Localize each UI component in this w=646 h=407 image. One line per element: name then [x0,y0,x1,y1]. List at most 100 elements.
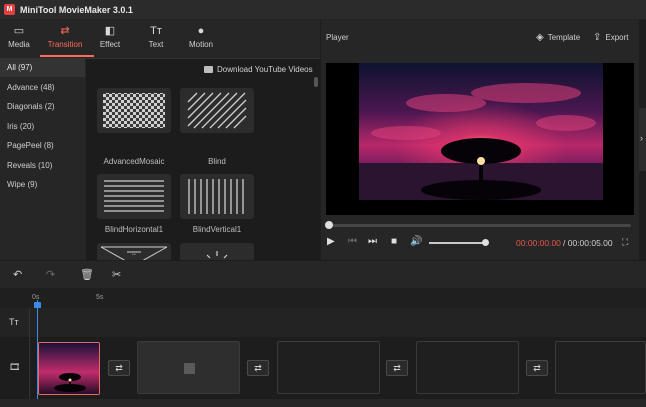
toolbar-media-button[interactable]: ▭ Media [0,25,41,55]
export-button[interactable]: ⇪ Export [593,32,629,43]
total-time: / 00:00:05.00 [563,238,613,248]
diagonal-lines-icon [187,92,247,129]
transition-slot-button[interactable]: ⇄ [526,360,548,376]
toolbar-effect-label: Effect [99,40,121,49]
transition-slot-button[interactable]: ⇄ [247,360,269,376]
burst-pattern-icon [206,251,228,259]
layers-icon: ◈ [536,32,544,43]
transition-thumb-blindvertical1[interactable] [180,174,254,219]
toolbar-transition-label: Transition [47,40,83,49]
video-clip[interactable] [38,342,100,395]
video-preview [326,63,634,215]
text-track-icon: Tт [9,317,19,327]
transition-thumb-blind[interactable] [180,88,254,133]
empty-clip-slot[interactable] [137,341,240,394]
text-track: Tт [0,308,646,337]
effect-icon: ◧ [104,25,116,37]
text-icon: Tт [150,25,162,37]
category-diagonals[interactable]: Diagonals (2) [0,98,85,116]
player-panel: Player ◈ Template ⇪ Export ▶ ⏮ ⏭ ■ 🔊 00:… [321,19,639,260]
empty-clip-slot[interactable] [277,341,380,394]
swap-icon: ⇄ [393,362,401,373]
mosaic-pattern-icon [103,93,165,128]
folder-icon: ▭ [13,25,25,37]
current-time: 00:00:00.00 [516,238,561,248]
toolbar-media-label: Media [8,40,30,49]
category-wipe[interactable]: Wipe (9) [0,176,85,194]
transition-slot-button[interactable]: ⇄ [108,360,130,376]
active-tab-indicator [40,55,94,57]
swap-icon: ⇄ [115,362,123,373]
ruler-tick-label: 0s [32,294,40,301]
video-track: 🎞 ⇄ ⇄ ⇄ ⇄ [0,337,646,399]
next-frame-icon[interactable]: ⏭ [368,236,377,247]
export-icon: ⇪ [593,32,602,43]
volume-handle[interactable] [482,239,489,246]
timeline-toolbar: ↶ ↷ 🗑 ✂ [0,261,646,288]
download-youtube-label: Download YouTube Videos [217,64,313,74]
category-iris[interactable]: Iris (20) [0,118,85,136]
category-all[interactable]: All (97) [0,59,85,77]
category-pagepeel[interactable]: PagePeel (8) [0,137,85,155]
toolbar-transition-button[interactable]: ⇄ Transition [43,25,87,55]
transition-thumb-advancedmosaic[interactable] [97,88,171,133]
cross-pattern-icon: ↔ [100,246,168,260]
horizontal-lines-icon [104,180,164,212]
category-list: All (97) Advance (48) Diagonals (2) Iris… [0,59,85,260]
delete-icon[interactable]: 🗑 [80,268,94,281]
export-label: Export [605,33,629,42]
transition-label: AdvancedMosaic [103,157,165,166]
vertical-lines-icon [188,179,244,214]
template-label: Template [547,33,581,42]
toolbar-text-button[interactable]: Tт Text [134,25,178,55]
swap-icon: ⇄ [254,362,262,373]
undo-icon[interactable]: ↶ [13,268,22,281]
transition-thumb-burst[interactable] [180,243,254,260]
app-logo-icon: M [4,4,15,15]
motion-icon: ● [197,25,205,37]
volume-slider[interactable] [429,242,487,244]
toolbar-motion-button[interactable]: ● Motion [179,25,223,55]
redo-icon[interactable]: ↷ [46,268,55,281]
category-advance[interactable]: Advance (48) [0,79,85,97]
transition-slot-button[interactable]: ⇄ [386,360,408,376]
transition-label: BlindHorizontal1 [104,225,164,234]
chevron-right-icon: › [640,133,643,143]
previous-frame-icon[interactable]: ⏮ [348,236,357,247]
volume-icon[interactable]: 🔊 [410,236,422,247]
timeline-ruler[interactable]: 0s 5s [0,288,646,309]
left-panel: ▭ Media ⇄ Transition ◧ Effect Tт Text ● … [0,19,320,260]
timeline-scrollbar[interactable] [0,399,646,407]
fullscreen-icon[interactable]: ⛶ [622,237,628,248]
transition-gallery: Download YouTube Videos AdvancedMosaic B… [86,59,320,260]
transition-thumb-blindhorizontal1[interactable] [97,174,171,219]
transition-thumb-cross[interactable]: ↔ [97,243,171,260]
seek-handle[interactable] [325,221,333,229]
download-youtube-link[interactable]: Download YouTube Videos [204,62,313,76]
player-title: Player [326,33,349,42]
template-button[interactable]: ◈ Template [536,32,580,43]
empty-clip-slot[interactable] [416,341,519,394]
main-toolbar: ▭ Media ⇄ Transition ◧ Effect Tт Text ● … [0,19,320,58]
transition-icon: ⇄ [60,25,70,37]
transition-label: Blind [208,157,226,166]
gallery-scrollbar[interactable] [314,77,318,87]
playhead-line [37,300,38,407]
toolbar-effect-button[interactable]: ◧ Effect [88,25,132,55]
track-header-divider [29,308,30,337]
track-header-divider [29,337,30,399]
ruler-tick-label: 5s [96,294,104,301]
play-icon[interactable]: ▶ [327,236,335,247]
split-icon[interactable]: ✂ [112,268,121,281]
empty-clip-slot[interactable] [555,341,646,394]
seek-bar[interactable] [328,224,631,227]
sunset-tree-image [326,63,634,215]
svg-text:↔: ↔ [131,251,137,257]
title-bar: M MiniTool MovieMaker 3.0.1 [0,0,646,19]
category-reveals[interactable]: Reveals (10) [0,157,85,175]
stop-icon[interactable]: ■ [391,236,397,247]
toolbar-text-label: Text [148,40,164,49]
app-title: MiniTool MovieMaker 3.0.1 [20,4,133,15]
swap-icon: ⇄ [533,362,541,373]
transition-label: BlindVertical1 [192,225,242,234]
